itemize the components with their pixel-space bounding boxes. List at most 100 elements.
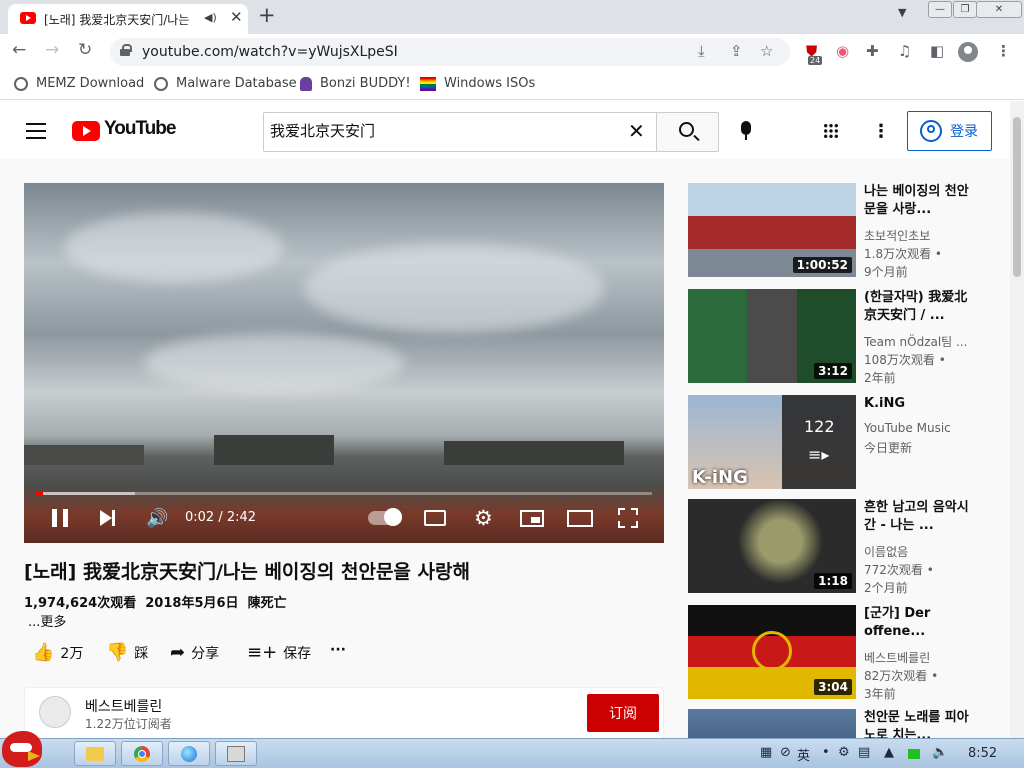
channel-name[interactable]: 베스트베를린 xyxy=(85,696,162,716)
volume-tray-icon[interactable]: 🔈 xyxy=(932,745,948,760)
minimize-button[interactable]: — xyxy=(928,1,952,18)
audio-playing-icon[interactable]: ◀) xyxy=(204,11,217,24)
rec-age: 3年前 xyxy=(864,687,896,701)
search-input[interactable] xyxy=(270,121,620,139)
window-close-button[interactable]: ✕ xyxy=(976,1,1022,18)
next-icon[interactable] xyxy=(100,510,115,526)
video-player[interactable]: 🔊 0:02 / 2:42 ⚙ xyxy=(24,183,664,543)
channel-avatar[interactable] xyxy=(39,696,71,728)
rec-item[interactable]: 3:04 [군가] Der offene... 베스트베를린 82万次观看 • … xyxy=(688,605,998,701)
restore-button[interactable]: ❐ xyxy=(953,1,977,18)
rec-thumbnail[interactable]: 1:18 xyxy=(688,499,856,593)
rec-channel[interactable]: 이름없음 xyxy=(864,543,984,560)
bookmark-memz[interactable]: MEMZ Download xyxy=(14,76,144,91)
rec-channel[interactable]: Team nÖdzal팀 ... xyxy=(864,333,984,350)
start-button-angry-bird-icon[interactable] xyxy=(2,731,42,767)
taskbar-ie[interactable] xyxy=(168,741,210,766)
save-button[interactable]: ≡+ 保存 xyxy=(247,642,311,663)
more-actions-icon[interactable]: ··· xyxy=(330,642,346,658)
miniplayer-icon[interactable] xyxy=(520,510,544,527)
rec-thumbnail[interactable]: 3:12 xyxy=(688,289,856,383)
rec-title[interactable]: (한글자막) 我爱北京天安门 / ... xyxy=(864,289,974,325)
page-scrollbar[interactable] xyxy=(1010,101,1024,738)
tab-close-icon[interactable]: ✕ xyxy=(230,8,243,26)
rec-title[interactable]: 천안문 노래를 피아노로 치는... xyxy=(864,709,974,739)
media-control-icon[interactable]: ♫ xyxy=(898,42,911,60)
settings-kebab-icon[interactable]: ⋮ xyxy=(872,121,890,142)
subtitles-icon[interactable] xyxy=(424,510,446,526)
taskbar-app[interactable] xyxy=(215,741,257,766)
reload-icon[interactable]: ↻ xyxy=(78,40,92,60)
pause-icon[interactable] xyxy=(52,509,68,527)
ime-dot-icon[interactable]: • xyxy=(822,745,830,760)
network-status-icon[interactable] xyxy=(908,749,920,759)
search-button[interactable] xyxy=(656,112,719,152)
autoplay-toggle[interactable] xyxy=(368,508,402,526)
bookmark-star-icon[interactable]: ☆ xyxy=(760,42,773,60)
fullscreen-icon[interactable] xyxy=(618,508,638,528)
bookmark-bonzi[interactable]: Bonzi BUDDY! xyxy=(300,76,411,91)
lock-icon[interactable] xyxy=(120,44,132,56)
volume-icon[interactable]: 🔊 xyxy=(146,508,168,529)
rec-item[interactable]: 천안문 노래를 피아노로 치는... xyxy=(688,709,998,739)
rec-title[interactable]: K.iNG xyxy=(864,395,974,413)
address-bar[interactable]: youtube.com/watch?v=yWujsXLpeSI ⤓ ⇪ ☆ xyxy=(110,38,790,66)
install-app-icon[interactable]: ⤓ xyxy=(698,42,705,60)
scroll-thumb[interactable] xyxy=(1013,117,1021,277)
subscribe-button[interactable]: 订阅 xyxy=(587,694,659,732)
extensions-puzzle-icon[interactable]: ✚ xyxy=(866,42,879,60)
rec-title[interactable]: [군가] Der offene... xyxy=(864,605,974,641)
new-tab-button[interactable]: + xyxy=(258,3,276,27)
browser-tab[interactable]: [노래] 我爱北京天安门/나는 ◀) ✕ xyxy=(8,4,248,34)
youtube-logo-text[interactable]: YouTube xyxy=(104,118,176,140)
description-more[interactable]: ...更多 xyxy=(28,611,66,630)
clear-search-icon[interactable]: ✕ xyxy=(628,119,645,143)
rec-thumbnail[interactable]: K-iNG 122 ≡▸ xyxy=(688,395,856,489)
bookmark-windows-isos[interactable]: Windows ISOs xyxy=(420,76,535,91)
hashtag[interactable]: 陳死亡 xyxy=(248,596,287,611)
rec-channel[interactable]: YouTube Music xyxy=(864,421,984,435)
no-entry-tray-icon[interactable]: ⊘ xyxy=(780,745,791,760)
rec-title[interactable]: 나는 베이징의 천안문을 사랑... xyxy=(864,183,974,219)
rec-item[interactable]: 3:12 (한글자막) 我爱北京天安门 / ... Team nÖdzal팀 .… xyxy=(688,289,998,385)
system-clock[interactable]: 8:52 xyxy=(968,746,997,761)
keyboard-tray-icon[interactable]: ▦ xyxy=(760,745,772,760)
taskbar-explorer[interactable] xyxy=(74,741,116,766)
rec-item[interactable]: K-iNG 122 ≡▸ K.iNG YouTube Music 今日更新 xyxy=(688,395,998,491)
voice-search-mic-icon[interactable] xyxy=(741,121,751,140)
back-arrow-icon[interactable]: ← xyxy=(12,40,26,60)
show-hidden-icons[interactable]: ▲ xyxy=(884,745,894,760)
ime-tools-icon[interactable]: ▤ xyxy=(858,745,870,760)
rec-thumbnail[interactable]: 1:00:52 xyxy=(688,183,856,277)
rec-channel[interactable]: 초보적인초보 xyxy=(864,227,984,244)
like-button[interactable]: 👍 2万 xyxy=(32,642,83,663)
forward-arrow-icon[interactable]: → xyxy=(45,40,59,60)
bookmark-malware-db[interactable]: Malware Database xyxy=(154,76,297,91)
ime-label[interactable]: 英 xyxy=(797,745,810,764)
chrome-menu-icon[interactable]: ⋮ xyxy=(996,42,1011,60)
rec-thumbnail[interactable]: 3:04 xyxy=(688,605,856,699)
ime-settings-icon[interactable]: ⚙ xyxy=(838,745,850,760)
side-panel-icon[interactable]: ◧ xyxy=(930,42,944,60)
taskbar-chrome[interactable] xyxy=(121,741,163,766)
url-text[interactable]: youtube.com/watch?v=yWujsXLpeSI xyxy=(142,44,398,60)
menu-hamburger-icon[interactable] xyxy=(26,123,46,139)
video-progress-bar[interactable] xyxy=(36,492,652,495)
settings-gear-icon[interactable]: ⚙ xyxy=(474,506,493,530)
youtube-logo-icon[interactable] xyxy=(72,121,100,141)
rec-title[interactable]: 흔한 남고의 음악시간 - 나는 ... xyxy=(864,499,974,535)
share-page-icon[interactable]: ⇪ xyxy=(730,42,743,60)
profile-avatar[interactable] xyxy=(958,42,978,62)
rec-channel[interactable]: 베스트베를린 xyxy=(864,649,984,666)
rec-thumbnail[interactable] xyxy=(688,709,856,739)
tab-search-chevron-icon[interactable]: ▼ xyxy=(898,6,906,19)
sign-in-button[interactable]: 登录 xyxy=(907,111,992,151)
flag-extension-icon[interactable]: ◉ xyxy=(836,42,849,60)
rec-item[interactable]: 1:18 흔한 남고의 음악시간 - 나는 ... 이름없음 772次观看 • … xyxy=(688,499,998,595)
dislike-button[interactable]: 👎 踩 xyxy=(106,642,148,663)
search-box[interactable]: ✕ xyxy=(263,112,657,152)
apps-grid-icon[interactable] xyxy=(823,123,839,139)
share-button[interactable]: ➦ 分享 xyxy=(170,642,219,663)
theater-mode-icon[interactable] xyxy=(567,510,593,527)
rec-item[interactable]: 1:00:52 나는 베이징의 천안문을 사랑... 초보적인초보 1.8万次观… xyxy=(688,183,998,279)
